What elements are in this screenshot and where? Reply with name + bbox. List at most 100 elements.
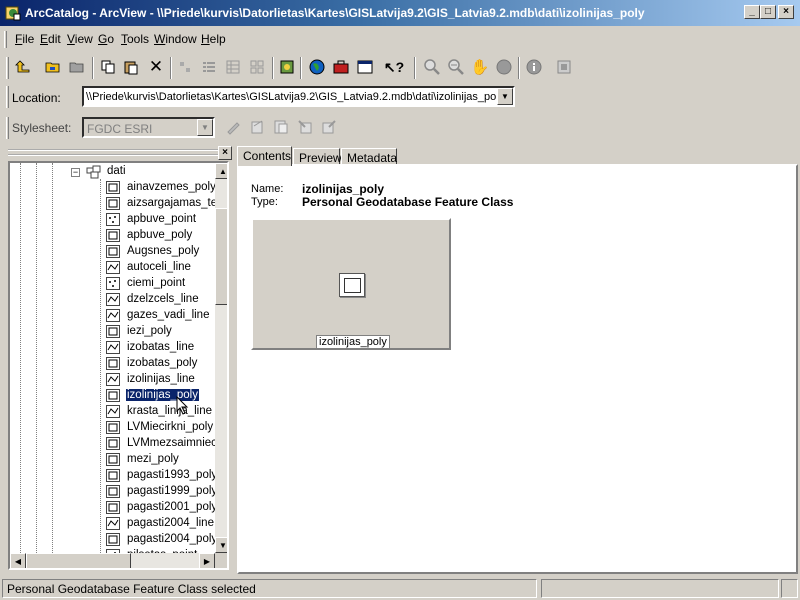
- maximize-button[interactable]: □: [760, 5, 776, 19]
- toolbar-grip[interactable]: [6, 57, 9, 79]
- export-metadata-icon[interactable]: [318, 116, 340, 138]
- tree-vertical-scrollbar[interactable]: ▲ ▼: [215, 163, 227, 553]
- location-value[interactable]: \\Priede\kurvis\Datorlietas\Kartes\GISLa…: [86, 91, 504, 103]
- resize-grip-icon[interactable]: [781, 579, 798, 598]
- toolbar-grip[interactable]: [6, 86, 9, 108]
- catalog-tree[interactable]: − dati ainavzemes_poly aizsargajamas_ter a…: [8, 161, 229, 570]
- tree-item-label: pagasti1999_poly: [127, 485, 215, 497]
- tab-contents[interactable]: Contents: [237, 146, 292, 166]
- menu-tools[interactable]: Tools: [121, 32, 149, 46]
- tree-item-label: pagasti2004_line: [127, 517, 214, 529]
- poly-feature-class-icon: [106, 469, 120, 485]
- poly-feature-class-icon: [106, 181, 120, 197]
- scroll-down-arrow-icon[interactable]: ▼: [215, 537, 227, 553]
- status-panel: [541, 579, 779, 598]
- poly-feature-class-icon: [106, 501, 120, 517]
- zoom-in-icon[interactable]: [421, 56, 443, 78]
- tree-item-label: dzelzcels_line: [127, 293, 199, 305]
- line-feature-class-icon: [106, 517, 120, 533]
- up-one-level-icon[interactable]: [12, 56, 34, 78]
- pan-icon[interactable]: ✋: [469, 56, 491, 78]
- disconnect-folder-icon[interactable]: [66, 56, 88, 78]
- scroll-thumb[interactable]: [215, 208, 227, 305]
- poly-feature-class-icon: [106, 533, 120, 549]
- location-dropdown-arrow-icon[interactable]: ▼: [497, 88, 513, 105]
- edit-metadata-icon[interactable]: [222, 116, 244, 138]
- toolbar-grip[interactable]: [6, 117, 9, 139]
- name-value: izolinijas_poly: [302, 182, 385, 196]
- location-combobox[interactable]: \\Priede\kurvis\Datorlietas\Kartes\GISLa…: [82, 86, 515, 107]
- copy-icon[interactable]: [97, 56, 119, 78]
- arccatalog-window: ArcCatalog - ArcView - \\Priede\kurvis\D…: [0, 0, 800, 600]
- mouse-cursor-icon: [176, 396, 189, 415]
- paste-icon[interactable]: [120, 56, 142, 78]
- minimize-button[interactable]: _: [744, 5, 760, 19]
- scroll-right-arrow-icon[interactable]: ▶: [199, 553, 215, 568]
- toolbar-separator: [518, 57, 520, 79]
- menu-window[interactable]: Window: [154, 32, 197, 46]
- import-metadata-icon[interactable]: [294, 116, 316, 138]
- globe-icon[interactable]: [306, 56, 328, 78]
- menu-view[interactable]: View: [67, 32, 93, 46]
- hscroll-thumb[interactable]: [26, 553, 131, 568]
- list-icon[interactable]: [198, 56, 220, 78]
- stylesheet-label: Stylesheet:: [12, 121, 72, 135]
- thumbnails-icon[interactable]: [246, 56, 268, 78]
- type-value: Personal Geodatabase Feature Class: [302, 195, 514, 209]
- title-bar[interactable]: ArcCatalog - ArcView - \\Priede\kurvis\D…: [0, 0, 800, 26]
- delete-icon[interactable]: ✕: [145, 56, 167, 78]
- menu-file[interactable]: File: [15, 32, 34, 46]
- stylesheet-combobox[interactable]: FGDC ESRI ▼: [82, 117, 215, 138]
- details-icon[interactable]: [222, 56, 244, 78]
- line-feature-class-icon: [106, 373, 120, 389]
- toolbar-separator: [414, 57, 416, 79]
- tree-item-label: ainavzemes_poly: [127, 181, 215, 193]
- stylesheet-dropdown-arrow-icon[interactable]: ▼: [197, 119, 213, 136]
- tree-horizontal-scrollbar[interactable]: ◀ ▶: [10, 553, 215, 568]
- poly-feature-class-icon: [106, 421, 120, 437]
- tree-item-label: apbuve_poly: [127, 229, 193, 241]
- arccatalog-app-icon: [5, 6, 21, 21]
- tree-folder-label: dati: [107, 165, 126, 177]
- tree-guide-line: [36, 163, 37, 553]
- tree-item-label: ciemi_point: [127, 277, 186, 289]
- tree-item-label: gazes_vadi_line: [127, 309, 210, 321]
- create-update-metadata-icon[interactable]: [270, 116, 292, 138]
- command-line-icon[interactable]: [354, 56, 376, 78]
- metadata-properties-icon[interactable]: [246, 116, 268, 138]
- tree-item-label: izobatas_line: [127, 341, 195, 353]
- close-button[interactable]: ×: [778, 5, 794, 19]
- tree-header-grip[interactable]: [8, 149, 218, 156]
- menu-edit[interactable]: Edit: [40, 32, 61, 46]
- menu-go[interactable]: Go: [98, 32, 114, 46]
- launch-arcmap-icon[interactable]: [276, 56, 298, 78]
- identify-icon[interactable]: [523, 56, 545, 78]
- toolbar-separator: [272, 57, 274, 79]
- location-label: Location:: [12, 91, 61, 105]
- contents-panel: Name: izolinijas_poly Type: Personal Geo…: [237, 164, 798, 574]
- tree-close-button[interactable]: ×: [218, 146, 232, 160]
- toolbar-separator: [92, 57, 94, 79]
- tree-item-label: pagasti2001_poly: [127, 501, 215, 513]
- full-extent-icon[interactable]: [493, 56, 515, 78]
- tree-item-label: autoceli_line: [127, 261, 191, 273]
- standard-toolbar: ✕ ↖? ✋: [0, 55, 800, 81]
- tree-item-label: apbuve_point: [127, 213, 197, 225]
- connect-folder-icon[interactable]: [42, 56, 64, 78]
- tree-item-label: pagasti2004_poly: [127, 533, 215, 545]
- whats-this-icon[interactable]: ↖?: [383, 56, 405, 78]
- poly-feature-class-icon: [106, 325, 120, 341]
- create-thumbnail-icon[interactable]: [553, 56, 575, 78]
- scroll-up-arrow-icon[interactable]: ▲: [215, 163, 227, 179]
- type-label: Type:: [251, 196, 278, 208]
- item-thumbnail[interactable]: izolinijas_poly: [251, 218, 451, 350]
- arctoolbox-icon[interactable]: [330, 56, 352, 78]
- scroll-left-arrow-icon[interactable]: ◀: [10, 553, 26, 568]
- tree-guide-line: [52, 163, 53, 553]
- large-icons-icon[interactable]: [174, 56, 196, 78]
- dati-collapse-toggle[interactable]: −: [71, 168, 80, 177]
- menu-grip[interactable]: [4, 31, 7, 48]
- menu-help[interactable]: Help: [201, 32, 226, 46]
- poly-feature-class-icon: [106, 485, 120, 501]
- zoom-out-icon[interactable]: [445, 56, 467, 78]
